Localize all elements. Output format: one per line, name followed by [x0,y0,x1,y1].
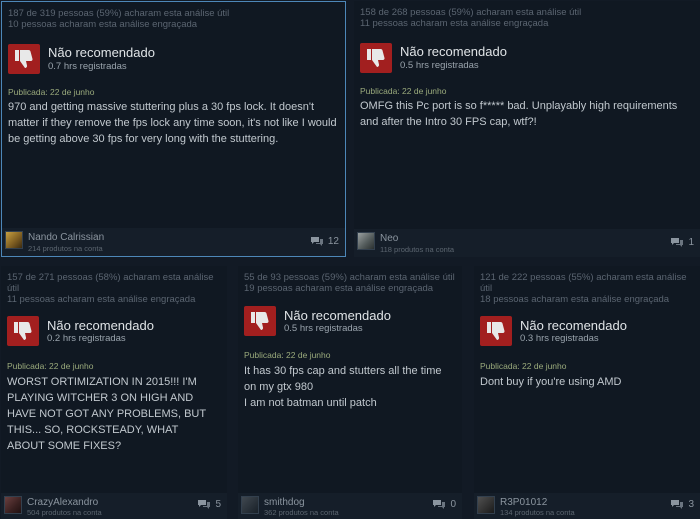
author-products: 118 produtos na conta [380,245,455,254]
review-footer: Nando Calrissian 214 produtos na conta 1… [2,228,345,256]
review-text: It has 30 fps cap and stutters all the t… [244,365,442,409]
author-name[interactable]: CrazyAlexandro [27,497,98,508]
author-products: 504 produtos na conta [27,508,102,517]
author-name[interactable]: Nando Calrissian [28,232,104,243]
thumbs-down-icon [7,316,39,346]
helpful-stats: 187 de 319 pessoas (59%) acharam esta an… [8,8,230,30]
posted-date: Publicada: 22 de junho [7,361,94,371]
author-products: 214 produtos na conta [28,244,103,253]
review-card[interactable]: 158 de 268 pessoas (59%) acharam esta an… [354,1,700,257]
author-name[interactable]: Neo [380,233,398,244]
author-name[interactable]: smithdog [264,497,305,508]
avatar[interactable] [241,496,259,514]
review-card[interactable]: 157 de 271 pessoas (58%) acharam esta an… [1,266,227,519]
helpful-stats: 157 de 271 pessoas (58%) acharam esta an… [7,272,214,305]
comment-count[interactable]: 3 [670,499,694,510]
comment-count[interactable]: 5 [197,499,221,510]
review-text: OMFG this Pc port is so f***** bad. Unpl… [360,100,678,128]
helpful-stats: 158 de 268 pessoas (59%) acharam esta an… [360,7,582,29]
review-verdict: Não recomendado [520,318,627,333]
thumbs-down-icon [360,43,392,73]
comment-count[interactable]: 0 [432,499,456,510]
comment-count[interactable]: 12 [310,236,339,247]
speech-bubble-icon [198,500,211,509]
hours-played: 0.5 hrs registradas [284,323,363,334]
thumbs-down-icon [8,44,40,74]
review-text: WORST ORTIMIZATION IN 2015!!! I'M PLAYIN… [7,376,206,452]
review-verdict: Não recomendado [48,45,155,60]
speech-bubble-icon [310,237,323,246]
avatar[interactable] [4,496,22,514]
posted-date: Publicada: 22 de junho [480,361,567,371]
speech-bubble-icon [671,238,684,247]
review-footer: CrazyAlexandro 504 produtos na conta 5 [1,493,227,519]
review-card[interactable]: 187 de 319 pessoas (59%) acharam esta an… [1,1,346,257]
speech-bubble-icon [433,500,446,509]
helpful-stats: 121 de 222 pessoas (55%) acharam esta an… [480,272,687,305]
hours-played: 0.7 hrs registradas [48,61,127,72]
review-card[interactable]: 55 de 93 pessoas (59%) acharam esta anál… [238,266,462,519]
review-footer: R3P01012 134 produtos na conta 3 [474,493,700,519]
hours-played: 0.5 hrs registradas [400,60,479,71]
review-grid: { "reviews": [ { "helpful": "187 de 319 … [0,0,700,519]
avatar[interactable] [357,232,375,250]
review-verdict: Não recomendado [284,308,391,323]
speech-bubble-icon [671,500,684,509]
author-products: 134 produtos na conta [500,508,575,517]
thumbs-down-icon [480,316,512,346]
review-card[interactable]: 121 de 222 pessoas (55%) acharam esta an… [474,266,700,519]
comment-count[interactable]: 1 [670,237,694,248]
helpful-stats: 55 de 93 pessoas (59%) acharam esta anál… [244,272,455,294]
thumbs-down-icon [244,306,276,336]
author-name[interactable]: R3P01012 [500,497,547,508]
review-text: 970 and getting massive stuttering plus … [8,101,337,145]
review-footer: Neo 118 produtos na conta 1 [354,229,700,257]
review-footer: smithdog 362 produtos na conta 0 [238,493,462,519]
posted-date: Publicada: 22 de junho [360,86,447,96]
review-verdict: Não recomendado [400,44,507,59]
hours-played: 0.3 hrs registradas [520,333,599,344]
posted-date: Publicada: 22 de junho [8,87,95,97]
hours-played: 0.2 hrs registradas [47,333,126,344]
avatar[interactable] [477,496,495,514]
review-text: Dont buy if you're using AMD [480,376,622,388]
posted-date: Publicada: 22 de junho [244,350,331,360]
avatar[interactable] [5,231,23,249]
author-products: 362 produtos na conta [264,508,339,517]
review-verdict: Não recomendado [47,318,154,333]
